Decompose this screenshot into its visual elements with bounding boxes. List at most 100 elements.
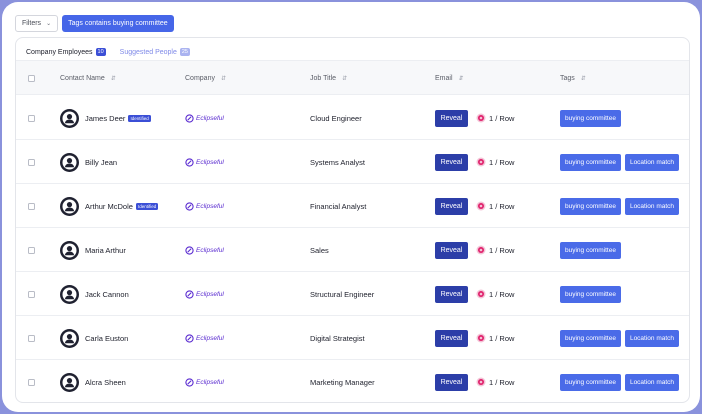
row-checkbox[interactable] — [28, 114, 35, 122]
sort-icon[interactable]: ⇵ — [111, 75, 116, 82]
tags-cell: buying committee Location match — [560, 316, 683, 360]
job-title: Structural Engineer — [310, 289, 375, 299]
active-filter-label: Tags contains buying committee — [68, 20, 168, 27]
tab-count-badge: 25 — [179, 48, 190, 56]
company-link[interactable]: Eclipseful — [185, 377, 224, 387]
column-header-company[interactable]: Company ⇵ — [185, 61, 226, 96]
row-checkbox[interactable] — [28, 202, 35, 210]
table-row[interactable]: Jack Cannon Eclipseful Structural Engine… — [16, 272, 689, 316]
company-cell: Eclipseful — [185, 360, 224, 402]
reveal-email-button[interactable]: Reveal — [435, 329, 468, 347]
table-row[interactable]: Carla Euston Eclipseful Digital Strategi… — [16, 316, 689, 360]
company-link[interactable]: Eclipseful — [185, 245, 224, 255]
column-label: Tags — [560, 75, 575, 82]
company-link[interactable]: Eclipseful — [185, 289, 224, 299]
tab-label: Suggested People — [119, 48, 177, 56]
company-cell: Eclipseful — [185, 272, 224, 316]
tab-suggested-people[interactable]: Suggested People 25 — [120, 46, 190, 58]
contact-name[interactable]: Maria Arthur — [85, 246, 126, 255]
row-checkbox[interactable] — [28, 246, 35, 254]
tag-button[interactable]: Location match — [624, 373, 680, 391]
company-link[interactable]: Eclipseful — [185, 201, 224, 211]
email-cell: Reveal 1 / Row — [435, 96, 514, 140]
company-name: Eclipseful — [196, 114, 224, 122]
contacts-card: Company Employees 10 Suggested People 25… — [15, 37, 690, 403]
contact-name[interactable]: Alcra Sheen — [85, 378, 126, 387]
reveal-email-button[interactable]: Reveal — [435, 373, 468, 391]
row-checkbox[interactable] — [28, 290, 35, 298]
tag-button[interactable]: buying committee — [560, 197, 621, 215]
contact-name[interactable]: Billy Jean — [85, 158, 117, 167]
column-header-tags[interactable]: Tags ⇵ — [560, 61, 586, 96]
column-header-job-title[interactable]: Job Title ⇵ — [310, 61, 347, 96]
filter-bar: Filters ⌄ Tags contains buying committee — [15, 15, 174, 32]
row-checkbox[interactable] — [28, 334, 35, 342]
reveal-email-button[interactable]: Reveal — [435, 285, 468, 303]
tags-cell: buying committee — [560, 228, 625, 272]
credit-label: 1 / Row — [489, 289, 515, 299]
contact-cell: James Deer Identified — [60, 96, 151, 140]
tag-button[interactable]: Location match — [624, 329, 680, 347]
job-title-cell: Sales — [310, 228, 329, 272]
credit-label: 1 / Row — [489, 245, 515, 255]
tag-button[interactable]: buying committee — [560, 329, 621, 347]
tag-button[interactable]: buying committee — [560, 241, 621, 259]
email-cell: Reveal 1 / Row — [435, 184, 514, 228]
contact-name[interactable]: Arthur McDole — [85, 202, 133, 211]
table-row[interactable]: Maria Arthur Eclipseful Sales Reveal 1 /… — [16, 228, 689, 272]
credit-cost: 1 / Row — [476, 289, 514, 299]
job-title: Sales — [310, 245, 329, 255]
active-filter-chip[interactable]: Tags contains buying committee — [62, 15, 174, 32]
tags-cell: buying committee Location match — [560, 360, 683, 402]
tag-button[interactable]: buying committee — [560, 373, 621, 391]
app-frame: Filters ⌄ Tags contains buying committee… — [2, 2, 700, 412]
select-all-checkbox[interactable] — [28, 75, 35, 82]
contact-cell: Arthur McDole Identified — [60, 184, 159, 228]
tags-cell: buying committee Location match — [560, 140, 683, 184]
table-row[interactable]: Billy Jean Eclipseful Systems Analyst Re… — [16, 140, 689, 184]
company-link[interactable]: Eclipseful — [185, 113, 224, 123]
column-label: Email — [435, 75, 453, 82]
select-all-checkbox-cell — [28, 61, 35, 96]
company-link[interactable]: Eclipseful — [185, 333, 224, 343]
job-title: Systems Analyst — [310, 157, 366, 167]
column-header-email[interactable]: Email ⇵ — [435, 61, 464, 96]
sort-icon[interactable]: ⇵ — [221, 75, 226, 82]
reveal-email-button[interactable]: Reveal — [435, 241, 468, 259]
row-checkbox[interactable] — [28, 158, 35, 166]
tag-button[interactable]: Location match — [624, 153, 680, 171]
job-title-cell: Digital Strategist — [310, 316, 365, 360]
sort-icon[interactable]: ⇵ — [581, 75, 586, 82]
reveal-email-button[interactable]: Reveal — [435, 153, 468, 171]
credit-cost: 1 / Row — [476, 245, 514, 255]
credit-cost: 1 / Row — [476, 377, 514, 387]
row-checkbox-cell — [28, 184, 35, 228]
tag-button[interactable]: buying committee — [560, 153, 621, 171]
contact-name[interactable]: James Deer — [85, 114, 125, 123]
email-cell: Reveal 1 / Row — [435, 228, 514, 272]
sort-icon[interactable]: ⇵ — [459, 75, 464, 82]
contact-name[interactable]: Jack Cannon — [85, 290, 129, 299]
tag-button[interactable]: buying committee — [560, 285, 621, 303]
table-row[interactable]: Alcra Sheen Eclipseful Marketing Manager… — [16, 360, 689, 402]
credit-label: 1 / Row — [489, 201, 515, 211]
reveal-email-button[interactable]: Reveal — [435, 109, 468, 127]
tags-cell: buying committee — [560, 96, 625, 140]
tags-cell: buying committee — [560, 272, 625, 316]
table-row[interactable]: Arthur McDole Identified Eclipseful Fina… — [16, 184, 689, 228]
sort-icon[interactable]: ⇵ — [342, 75, 347, 82]
filters-dropdown-button[interactable]: Filters ⌄ — [15, 15, 59, 32]
table-row[interactable]: James Deer Identified Eclipseful Cloud E… — [16, 96, 689, 140]
tag-button[interactable]: Location match — [624, 197, 680, 215]
user-avatar-icon — [60, 372, 79, 392]
company-link[interactable]: Eclipseful — [185, 157, 224, 167]
job-title: Marketing Manager — [310, 377, 375, 387]
user-avatar-icon — [60, 108, 79, 128]
row-checkbox[interactable] — [28, 378, 35, 386]
column-header-contact-name[interactable]: Contact Name ⇵ — [60, 61, 116, 96]
company-cell: Eclipseful — [185, 184, 224, 228]
tag-button[interactable]: buying committee — [560, 109, 621, 127]
reveal-email-button[interactable]: Reveal — [435, 197, 468, 215]
tab-company-employees[interactable]: Company Employees 10 — [22, 46, 110, 62]
contact-name[interactable]: Carla Euston — [85, 334, 128, 343]
